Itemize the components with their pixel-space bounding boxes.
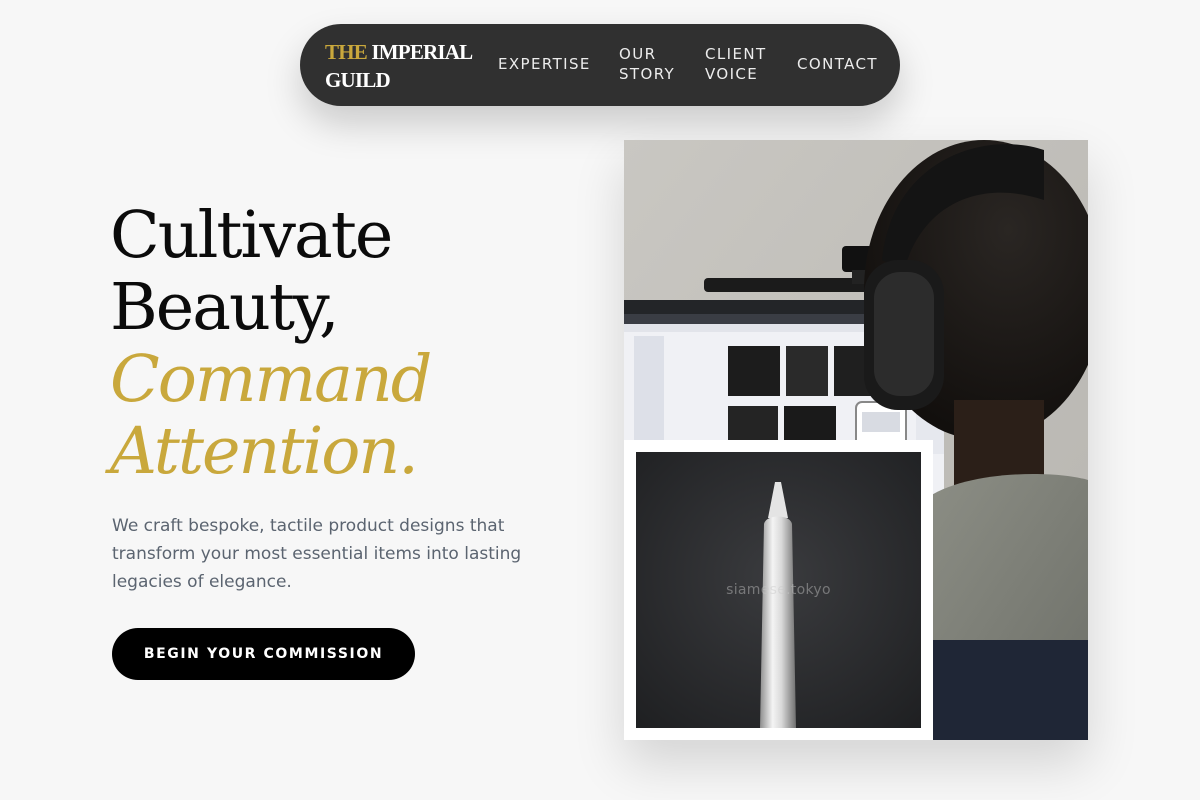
brand-logo-link[interactable]: THE IMPERIAL GUILD	[325, 38, 475, 94]
headline-accent-line: Attention.	[110, 414, 419, 489]
nav-link-contact[interactable]: CONTACT	[797, 54, 878, 74]
image-watermark: siamese.tokyo	[726, 582, 831, 598]
inset-photo-frame: siamese.tokyo	[624, 440, 933, 740]
hero-description: We craft bespoke, tactile product design…	[112, 516, 522, 592]
brand-name-text: IMPERIAL	[371, 40, 473, 64]
landing-page: THE IMPERIAL GUILD EXPERTISE OUR STORY C…	[0, 0, 1200, 800]
nav-link-client-voice[interactable]: CLIENT VOICE	[705, 44, 767, 84]
nav-link-label: EXPERTISE	[498, 55, 591, 73]
begin-commission-button[interactable]: BEGIN YOUR COMMISSION	[112, 628, 415, 680]
nav-link-expertise[interactable]: EXPERTISE	[498, 54, 591, 74]
nav-link-label: VOICE	[705, 65, 759, 83]
nav-link-our-story[interactable]: OUR STORY	[619, 44, 675, 84]
inset-photo-stylus: siamese.tokyo	[636, 452, 921, 728]
nav-link-label: CLIENT	[705, 45, 767, 63]
hero-headline: Cultivate Beauty, Command Attention.	[110, 198, 432, 489]
nav-link-label: CONTACT	[797, 55, 878, 73]
top-nav: THE IMPERIAL GUILD EXPERTISE OUR STORY C…	[300, 24, 900, 106]
brand-name-text-line2: GUILD	[325, 68, 391, 92]
nav-link-label: OUR	[619, 45, 657, 63]
nav-link-label: STORY	[619, 65, 676, 83]
brand-accent-text: THE	[325, 40, 368, 64]
headline-line: Beauty,	[110, 270, 340, 345]
headline-accent-line: Command	[110, 342, 432, 417]
headline-line: Cultivate	[110, 198, 393, 273]
